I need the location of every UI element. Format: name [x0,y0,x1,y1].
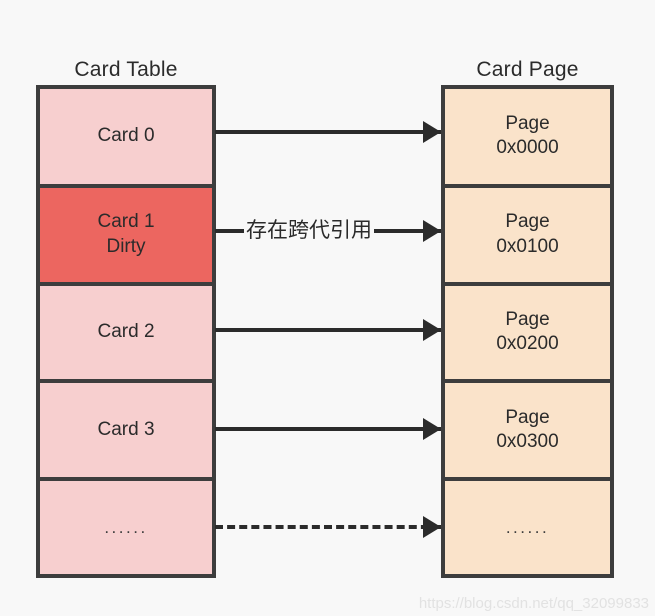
card-page-row-1-label: Page [505,211,550,233]
arrowhead-ellipsis-icon [423,516,441,538]
card-page-row-2: Page 0x0200 [445,285,610,384]
card-table-row-3-label: Card 3 [97,419,155,441]
card-page-row-4-label: ...... [505,517,550,537]
card-page-row-1-sublabel: 0x0100 [496,235,559,257]
card-table-row-3: Card 3 [40,383,212,482]
card-page-row-2-sublabel: 0x0200 [496,333,559,355]
card-table-row-4: ...... [40,481,212,574]
card-page-row-1: Page 0x0100 [445,187,610,286]
card-page-row-2-label: Page [505,309,550,331]
arrowhead-card2-icon [423,319,441,341]
card-page-row-0-label: Page [505,113,550,135]
card-page-table: Page 0x0000 Page 0x0100 Page 0x0200 Page… [441,85,614,578]
arrowhead-card0-icon [423,121,441,143]
connector-card3-page3 [215,427,441,431]
card-table-row-0: Card 0 [40,89,212,188]
card-table: Card 0 Card 1 Dirty Card 2 Card 3 ...... [36,85,216,578]
arrowhead-card3-icon [423,418,441,440]
card-page-row-4: ...... [445,481,610,574]
card-table-row-1-sublabel: Dirty [106,235,146,257]
card-page-row-0-sublabel: 0x0000 [496,137,559,159]
card-table-row-2-label: Card 2 [97,321,155,343]
connector-card2-page2 [215,328,441,332]
card-page-row-3-sublabel: 0x0300 [496,431,559,453]
arrowhead-card1-icon [423,220,441,242]
card-table-row-0-label: Card 0 [97,125,155,147]
card-table-row-1: Card 1 Dirty [40,187,212,286]
connector-card0-page0 [215,130,441,134]
card-table-row-4-label: ...... [104,517,148,537]
card-page-row-3: Page 0x0300 [445,383,610,482]
card-table-title: Card Table [74,58,178,81]
watermark: https://blog.csdn.net/qq_32099833 [418,595,649,612]
connector-card1-label: 存在跨代引用 [244,214,374,248]
diagram-canvas: Card Table Card Page Card 0 Card 1 Dirty… [0,0,655,616]
card-page-row-0: Page 0x0000 [445,89,610,188]
card-page-row-3-label: Page [505,406,550,428]
card-table-row-2: Card 2 [40,285,212,384]
connector-ellipsis-dashed [215,525,441,529]
card-table-row-1-label: Card 1 [97,211,155,233]
card-page-title: Card Page [476,58,579,81]
